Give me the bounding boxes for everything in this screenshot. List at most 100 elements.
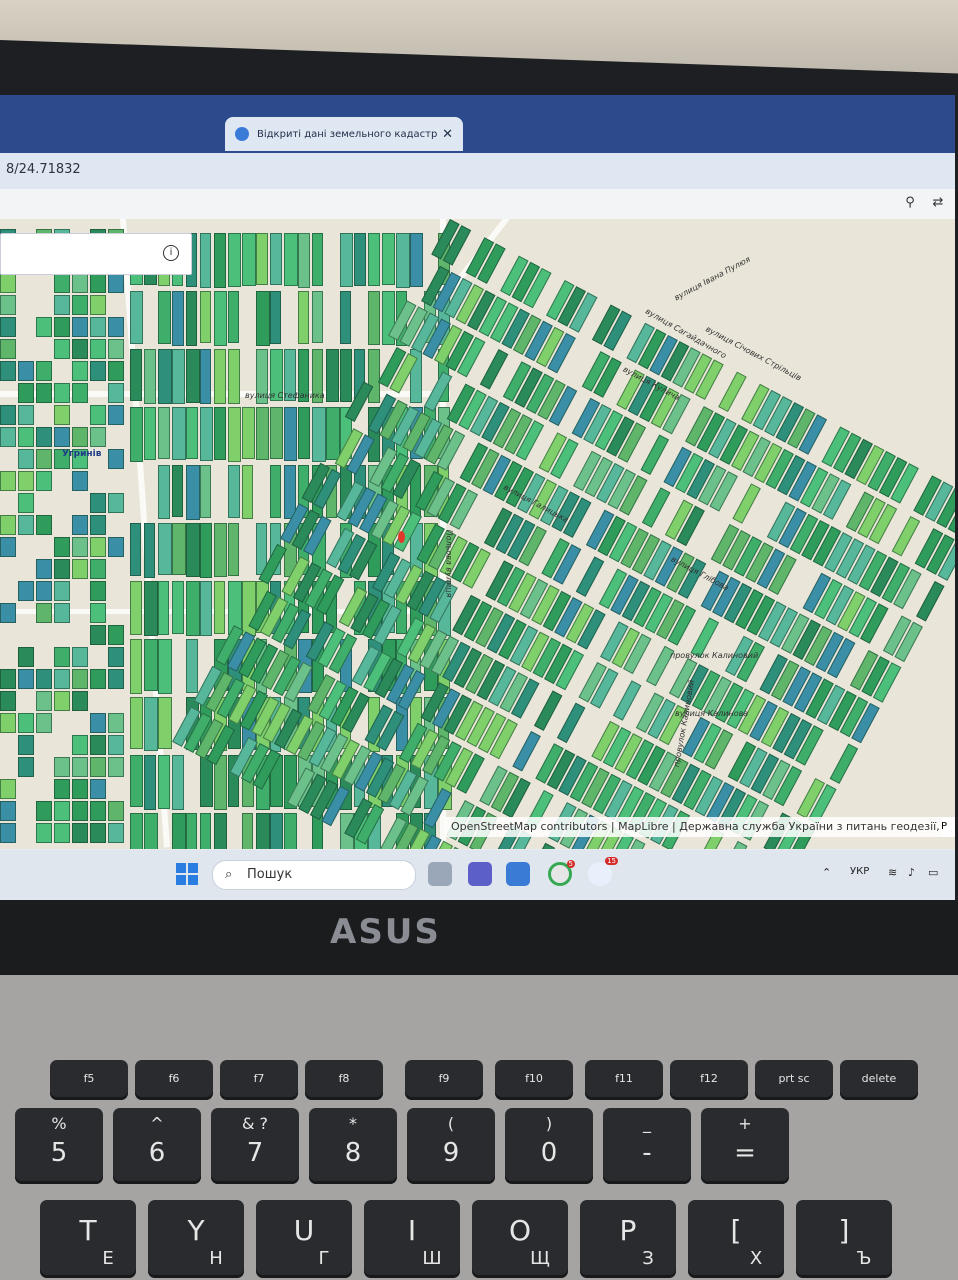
land-parcel[interactable] — [90, 779, 106, 799]
land-parcel[interactable] — [18, 471, 34, 491]
land-parcel[interactable] — [200, 407, 213, 461]
fn-key[interactable]: delete — [840, 1060, 918, 1100]
task-view-icon[interactable] — [428, 862, 452, 886]
info-icon[interactable]: i — [163, 245, 179, 261]
land-parcel[interactable] — [90, 603, 106, 623]
land-parcel[interactable] — [36, 801, 52, 821]
land-parcel[interactable] — [0, 801, 16, 821]
land-parcel[interactable] — [90, 339, 106, 359]
land-parcel[interactable] — [108, 823, 124, 843]
land-parcel[interactable] — [270, 233, 282, 285]
chrome-icon[interactable]: 5 — [548, 860, 575, 886]
land-parcel[interactable] — [72, 647, 88, 667]
teams-icon[interactable] — [468, 862, 492, 886]
land-parcel[interactable] — [72, 515, 88, 535]
land-parcel[interactable] — [186, 465, 200, 520]
land-parcel[interactable] — [172, 465, 183, 517]
land-parcel[interactable] — [54, 383, 70, 403]
land-parcel[interactable] — [54, 273, 70, 293]
land-parcel[interactable] — [214, 233, 226, 288]
land-parcel[interactable] — [18, 361, 34, 381]
battery-icon[interactable]: ▭ — [928, 866, 938, 879]
land-parcel[interactable] — [718, 840, 748, 849]
land-parcel[interactable] — [612, 680, 642, 721]
land-parcel[interactable] — [228, 523, 239, 576]
land-parcel[interactable] — [298, 233, 310, 288]
land-parcel[interactable] — [172, 349, 185, 404]
land-parcel[interactable] — [158, 523, 172, 575]
land-parcel[interactable] — [36, 559, 52, 579]
fn-key[interactable]: f6 — [135, 1060, 213, 1100]
land-parcel[interactable] — [326, 349, 339, 402]
cadastre-map[interactable]: i Угринів вулиця Івана Пулюя вулиця Сага… — [0, 219, 955, 849]
land-parcel[interactable] — [72, 383, 88, 403]
fn-key[interactable]: f5 — [50, 1060, 128, 1100]
land-parcel[interactable] — [72, 757, 88, 777]
windows-start-icon[interactable] — [176, 863, 198, 885]
land-parcel[interactable] — [90, 735, 106, 755]
land-parcel[interactable] — [18, 713, 34, 733]
land-parcel[interactable] — [36, 823, 52, 843]
number-key[interactable]: ) 0 — [505, 1108, 593, 1184]
land-parcel[interactable] — [36, 471, 52, 491]
number-key[interactable]: & ? 7 — [211, 1108, 299, 1184]
land-parcel[interactable] — [90, 669, 106, 689]
land-parcel[interactable] — [90, 713, 106, 733]
land-parcel[interactable] — [54, 603, 70, 623]
land-parcel[interactable] — [144, 581, 158, 636]
address-bar[interactable]: 8/24.71832 — [0, 153, 955, 189]
land-parcel[interactable] — [108, 537, 124, 557]
land-parcel[interactable] — [18, 757, 34, 777]
land-parcel[interactable] — [90, 515, 106, 535]
land-parcel[interactable] — [72, 691, 88, 711]
wifi-icon[interactable]: ≋ — [888, 866, 897, 879]
letter-key[interactable]: PЗ — [580, 1200, 676, 1278]
land-parcel[interactable] — [108, 669, 124, 689]
land-parcel[interactable] — [72, 273, 88, 293]
land-parcel[interactable] — [214, 291, 227, 346]
location-pin-icon[interactable]: ⚲ — [902, 195, 918, 211]
land-parcel[interactable] — [54, 669, 70, 689]
land-parcel[interactable] — [72, 361, 88, 381]
land-parcel[interactable] — [18, 405, 34, 425]
letter-key[interactable]: IШ — [364, 1200, 460, 1278]
land-parcel[interactable] — [54, 757, 70, 777]
land-parcel[interactable] — [144, 407, 156, 460]
land-parcel[interactable] — [54, 559, 70, 579]
land-parcel[interactable] — [640, 434, 670, 475]
number-key[interactable]: % 5 — [15, 1108, 103, 1184]
land-parcel[interactable] — [0, 295, 16, 315]
land-parcel[interactable] — [72, 339, 88, 359]
land-parcel[interactable] — [368, 233, 380, 286]
land-parcel[interactable] — [54, 339, 70, 359]
letter-key[interactable]: [Х — [688, 1200, 784, 1278]
land-parcel[interactable] — [54, 801, 70, 821]
land-parcel[interactable] — [72, 295, 88, 315]
land-parcel[interactable] — [36, 515, 52, 535]
land-parcel[interactable] — [284, 407, 297, 461]
land-parcel[interactable] — [200, 233, 211, 288]
land-parcel[interactable] — [556, 702, 586, 744]
land-parcel[interactable] — [144, 349, 156, 404]
land-parcel[interactable] — [54, 691, 70, 711]
land-parcel[interactable] — [891, 515, 921, 557]
land-parcel[interactable] — [144, 639, 158, 691]
letter-key[interactable]: ] Ъ — [796, 1200, 892, 1278]
land-parcel[interactable] — [512, 731, 541, 772]
taskbar-search[interactable]: ⌕ Пошук — [212, 860, 416, 890]
land-parcel[interactable] — [270, 465, 281, 518]
land-parcel[interactable] — [130, 291, 143, 344]
land-parcel[interactable] — [312, 291, 323, 343]
land-parcel[interactable] — [54, 317, 70, 337]
letter-key[interactable]: UГ — [256, 1200, 352, 1278]
land-parcel[interactable] — [158, 407, 170, 459]
land-parcel[interactable] — [0, 471, 16, 491]
land-parcel[interactable] — [18, 735, 34, 755]
land-parcel[interactable] — [54, 581, 70, 601]
letter-key[interactable]: TЕ — [40, 1200, 136, 1278]
land-parcel[interactable] — [90, 405, 106, 425]
land-parcel[interactable] — [90, 559, 106, 579]
land-parcel[interactable] — [18, 427, 34, 447]
land-parcel[interactable] — [172, 581, 184, 634]
land-parcel[interactable] — [172, 407, 186, 460]
